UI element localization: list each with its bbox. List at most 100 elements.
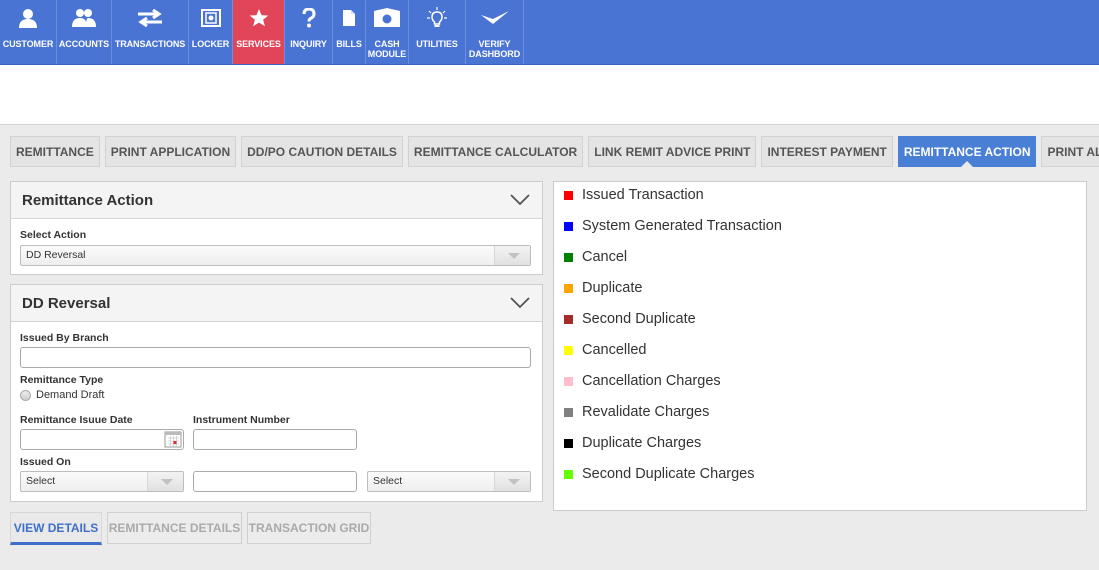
nav-bills[interactable]: BILLS: [333, 0, 366, 64]
select-action-dropdown[interactable]: DD Reversal: [20, 245, 531, 266]
select-value: Select: [26, 475, 56, 487]
issued-on-input[interactable]: [193, 471, 357, 492]
tab-remittance-calculator[interactable]: REMITTANCE CALCULATOR: [407, 136, 584, 167]
cash-icon: [374, 8, 400, 27]
legend-item: Duplicate: [564, 278, 642, 298]
nav-customer[interactable]: CUSTOMER: [0, 0, 57, 64]
legend-swatch: [564, 345, 573, 355]
legend-item: Second Duplicate Charges: [564, 464, 755, 484]
issued-by-branch-input[interactable]: [20, 347, 531, 368]
remittance-type-label: Remittance Type: [20, 374, 104, 386]
nav-locker[interactable]: LOCKER: [189, 0, 233, 64]
nav-label: ACCOUNTS: [58, 39, 110, 49]
top-navigation: CUSTOMER ACCOUNTS TRANSACTIONS LOCKER SE…: [0, 0, 1099, 65]
nav-label: MODULE: [367, 49, 407, 59]
document-icon: [343, 10, 355, 26]
nav-label: TRANSACTIONS: [114, 39, 186, 49]
nav-label: DASHBORD: [468, 49, 521, 59]
legend-swatch: [564, 252, 573, 262]
remittance-details-button[interactable]: REMITTANCE DETAILS: [107, 512, 242, 544]
tab-link-remit-advice-print[interactable]: LINK REMIT ADVICE PRINT: [588, 136, 757, 167]
chevron-down-icon: [147, 472, 183, 491]
lightbulb-icon: [427, 7, 447, 27]
legend-item: Duplicate Charges: [564, 433, 701, 453]
issued-on-label: Issued On: [20, 456, 71, 468]
panel-title: DD Reversal: [22, 294, 111, 312]
nav-label: VERIFY: [478, 39, 511, 49]
select-value: Select: [373, 475, 403, 487]
transaction-grid-button[interactable]: TRANSACTION GRID: [247, 512, 371, 544]
legend-label: Revalidate Charges: [582, 404, 710, 420]
nav-cash-module[interactable]: CASH MODULE: [366, 0, 409, 64]
tab-print-application[interactable]: PRINT APPLICATION: [104, 136, 237, 167]
legend-swatch: [564, 469, 573, 479]
nav-label: UTILITIES: [416, 39, 458, 49]
calendar-icon[interactable]: [164, 430, 182, 448]
issued-on-select-2[interactable]: Select: [367, 471, 531, 492]
nav-verify-dashboard[interactable]: VERIFY DASHBORD: [466, 0, 524, 64]
nav-label: INQUIRY: [290, 39, 327, 49]
nav-accounts[interactable]: ACCOUNTS: [57, 0, 112, 64]
nav-transactions[interactable]: TRANSACTIONS: [112, 0, 189, 64]
legend-item: Cancelled: [564, 340, 647, 360]
tab-print-all[interactable]: PRINT ALL: [1041, 136, 1099, 167]
dd-reversal-panel: DD Reversal Issued By Branch Remittance …: [10, 284, 543, 502]
nav-label: LOCKER: [191, 39, 230, 49]
users-icon: [72, 9, 96, 27]
legend-swatch: [564, 407, 573, 417]
legend-label: Cancelled: [582, 342, 647, 358]
demand-draft-radio[interactable]: [20, 390, 31, 401]
legend-swatch: [564, 283, 573, 293]
panel-title: Remittance Action: [22, 191, 154, 209]
nav-label: SERVICES: [236, 39, 281, 49]
nav-utilities[interactable]: UTILITIES: [409, 0, 466, 64]
view-details-button[interactable]: VIEW DETAILS: [10, 512, 102, 545]
legend-label: Second Duplicate: [582, 311, 696, 327]
demand-draft-radio-label: Demand Draft: [36, 389, 105, 401]
issued-by-branch-label: Issued By Branch: [20, 332, 109, 344]
tab-remittance-action[interactable]: REMITTANCE ACTION: [897, 136, 1037, 167]
legend-swatch: [564, 190, 573, 200]
tab-remittance[interactable]: REMITTANCE: [10, 136, 100, 167]
star-icon: [249, 9, 268, 27]
legend-label: Cancellation Charges: [582, 373, 721, 389]
nav-inquiry[interactable]: INQUIRY: [285, 0, 333, 64]
chevron-down-icon[interactable]: [510, 297, 530, 309]
person-icon: [19, 9, 37, 28]
nav-label: BILLS: [336, 39, 362, 49]
legend-label: Issued Transaction: [582, 187, 704, 203]
tab-interest-payment[interactable]: INTEREST PAYMENT: [761, 136, 893, 167]
chevron-down-icon: [494, 246, 530, 265]
legend-swatch: [564, 314, 573, 324]
header-area: [0, 65, 1099, 125]
legend-item: Cancel: [564, 247, 627, 267]
select-action-value: DD Reversal: [26, 249, 86, 261]
instrument-number-input[interactable]: [193, 429, 357, 450]
legend-item: Issued Transaction: [564, 185, 704, 205]
tab-dd-po-caution-details[interactable]: DD/PO CAUTION DETAILS: [241, 136, 403, 167]
legend-label: Second Duplicate Charges: [582, 466, 755, 482]
chevron-down-icon: [494, 472, 530, 491]
question-icon: [302, 8, 316, 28]
legend-label: System Generated Transaction: [582, 218, 782, 234]
nav-label: CASH: [374, 39, 400, 49]
remittance-action-panel: Remittance Action Select Action DD Rever…: [10, 181, 543, 275]
legend-swatch: [564, 376, 573, 386]
color-legend: Issued Transaction System Generated Trans…: [553, 181, 1087, 511]
legend-item: Cancellation Charges: [564, 371, 721, 391]
legend-item: Second Duplicate: [564, 309, 696, 329]
legend-swatch: [564, 221, 573, 231]
nav-label: CUSTOMER: [2, 39, 54, 49]
select-action-label: Select Action: [20, 229, 87, 241]
issue-date-input[interactable]: [20, 429, 184, 450]
nav-services[interactable]: SERVICES: [233, 0, 285, 64]
check-icon: [480, 11, 509, 24]
legend-item: System Generated Transaction: [564, 216, 782, 236]
legend-label: Duplicate Charges: [582, 435, 702, 451]
issue-date-label: Remittance Isuue Date: [20, 414, 133, 426]
issued-on-select-1[interactable]: Select: [20, 471, 184, 492]
safe-icon: [200, 9, 221, 27]
chevron-down-icon[interactable]: [510, 194, 530, 206]
tab-bar: REMITTANCE PRINT APPLICATION DD/PO CAUTI…: [10, 136, 1099, 167]
legend-item: Revalidate Charges: [564, 402, 709, 422]
